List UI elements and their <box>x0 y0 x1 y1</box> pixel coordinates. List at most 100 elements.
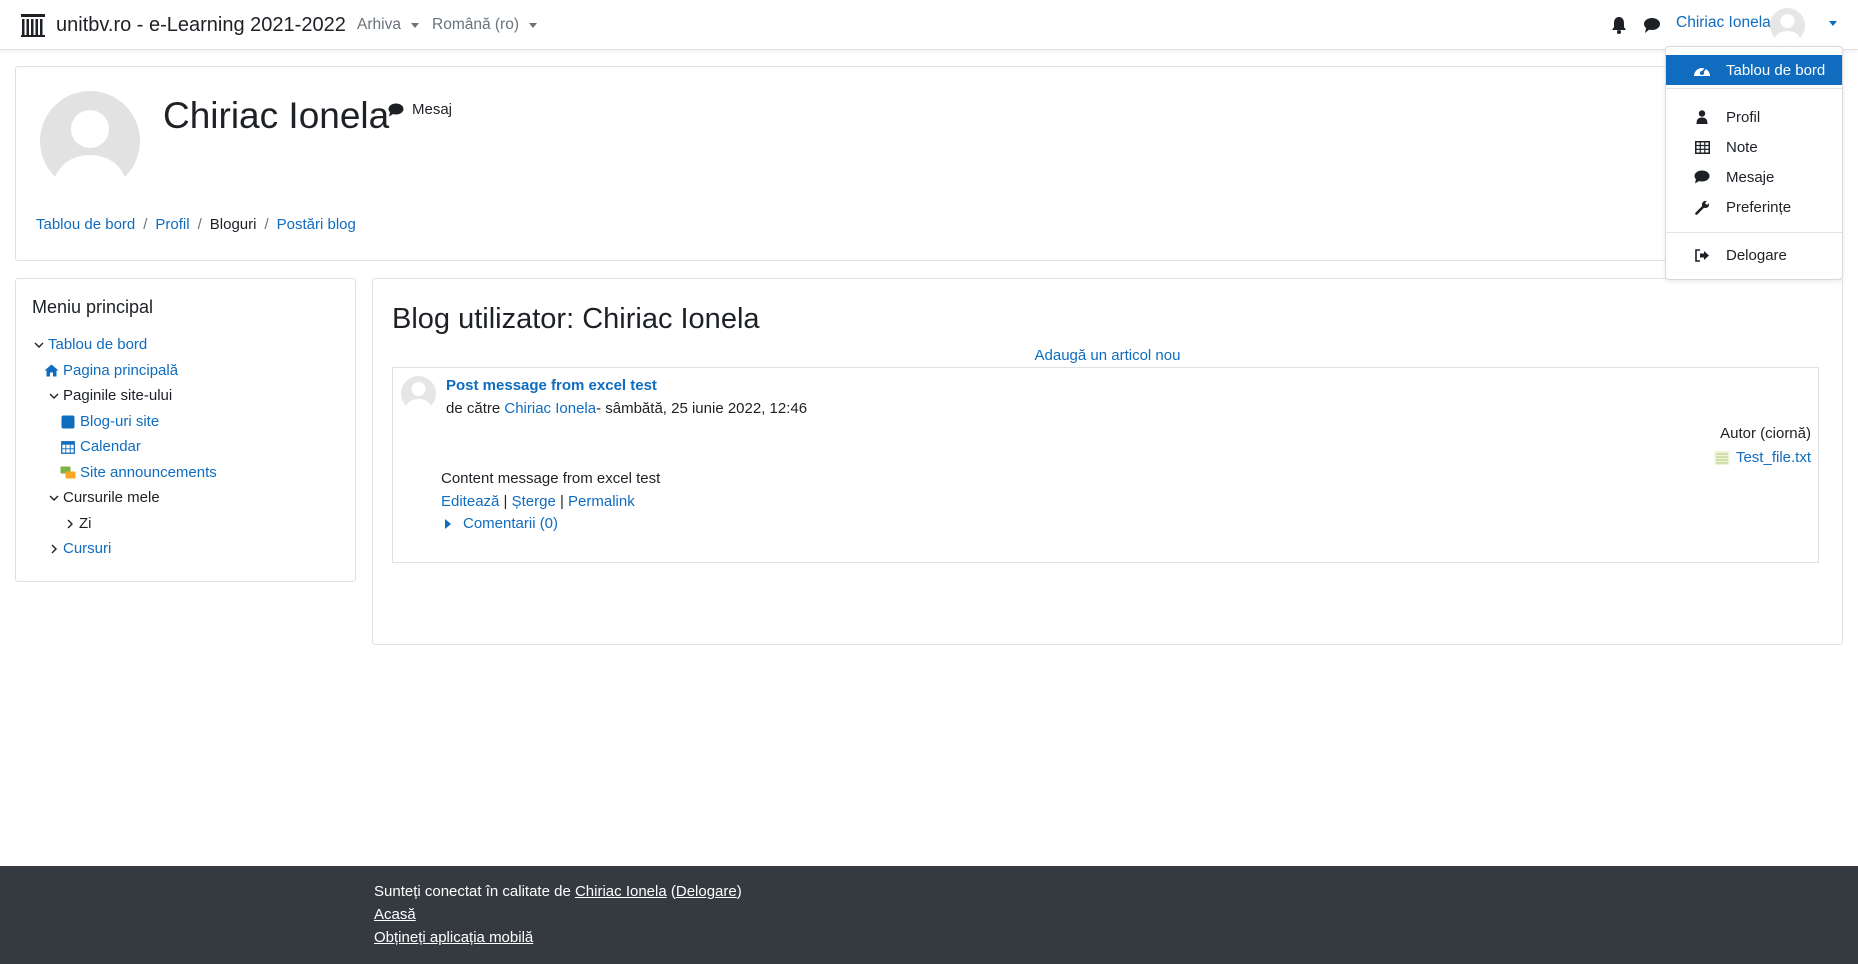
avatar[interactable] <box>1770 8 1805 43</box>
paren-close: ) <box>736 883 742 900</box>
menu-item-label: Note <box>1726 138 1758 156</box>
archive-menu[interactable]: Arhiva <box>357 16 419 34</box>
menu-item-preferences[interactable]: Preferințe <box>1666 192 1842 222</box>
post-publish-state: Autor (ciornă) <box>1720 425 1811 442</box>
avatar[interactable] <box>401 376 436 411</box>
breadcrumb-separator: / <box>197 216 202 233</box>
menu-item-grades[interactable]: Note <box>1666 132 1842 162</box>
post-attachment[interactable]: Test_file.txt <box>1714 449 1811 466</box>
chevron-right-icon <box>63 519 77 529</box>
breadcrumb-dashboard[interactable]: Tablou de bord <box>36 216 135 233</box>
menu-item-label: Preferințe <box>1726 198 1792 216</box>
tree-item-zi[interactable]: Zi <box>63 515 92 532</box>
profile-avatar[interactable] <box>40 91 140 191</box>
tree-item-home[interactable]: Pagina principală <box>43 362 178 379</box>
chat-icon <box>388 103 404 116</box>
main-menu-block: Meniu principal Tablou de bord Pagina pr… <box>15 278 356 582</box>
tree-item-site-blogs[interactable]: Blog-uri site <box>60 413 159 430</box>
breadcrumb-profile[interactable]: Profil <box>155 216 189 233</box>
site-brand[interactable]: unitbv.ro - e-Learning 2021-2022 <box>20 12 346 38</box>
add-entry-row: Adaugă un articol nou <box>373 347 1842 364</box>
blog-title: Blog utilizator: Chiriac Ionela <box>392 303 760 335</box>
chevron-right-icon <box>47 544 61 554</box>
tree-item-label: Cursurile mele <box>63 489 160 506</box>
wrench-icon <box>1692 200 1712 215</box>
post-content: Content message from excel test <box>441 470 661 487</box>
menu-item-logout[interactable]: Delogare <box>1666 240 1842 270</box>
blog-icon <box>60 414 76 430</box>
footer-user-link[interactable]: Chiriac Ionela <box>575 883 667 900</box>
top-navbar: unitbv.ro - e-Learning 2021-2022 Arhiva … <box>0 0 1858 50</box>
bell-icon[interactable] <box>1611 16 1627 34</box>
footer-mobile-app-link[interactable]: Obțineți aplicația mobilă <box>374 929 533 946</box>
message-label: Mesaj <box>412 101 453 118</box>
comments-toggle[interactable]: Comentarii (0) <box>445 515 558 532</box>
chevron-down-icon <box>47 392 61 400</box>
menu-item-label: Tablou de bord <box>1726 61 1826 79</box>
post-author-link[interactable]: Chiriac Ionela <box>504 400 596 417</box>
breadcrumb: Tablou de bord / Profil / Bloguri / Post… <box>36 216 356 233</box>
main-content: Blog utilizator: Chiriac Ionela Adaugă u… <box>372 278 1843 645</box>
menu-item-label: Profil <box>1726 108 1761 126</box>
menu-item-messages[interactable]: Mesaje <box>1666 162 1842 192</box>
page-header: Chiriac Ionela Mesaj Tablou de bord / Pr… <box>15 66 1843 261</box>
post-byline: de către Chiriac Ionela- sâmbătă, 25 iun… <box>446 400 807 417</box>
tree-item-label[interactable]: Cursuri <box>63 540 111 557</box>
tree-item-label[interactable]: Site announcements <box>80 464 217 481</box>
user-menu-name[interactable]: Chiriac Ionela <box>1676 14 1771 32</box>
user-icon <box>1692 110 1712 124</box>
default-avatar-icon <box>1774 14 1801 43</box>
action-separator: | <box>499 493 512 510</box>
login-info: Sunteți conectat în calitate de Chiriac … <box>374 883 742 900</box>
footer-logout-link[interactable]: Delogare <box>676 883 737 900</box>
edit-link[interactable]: Editează <box>441 493 499 510</box>
menu-item-dashboard[interactable]: Tablou de bord <box>1666 55 1842 85</box>
logout-icon <box>1692 248 1712 262</box>
footer-mobile-row: Obțineți aplicația mobilă <box>374 929 533 946</box>
delete-link[interactable]: Șterge <box>512 493 556 510</box>
tree-item-site-announcements[interactable]: Site announcements <box>60 464 217 481</box>
chevron-down-icon <box>32 341 46 349</box>
dashboard-icon <box>1692 63 1712 77</box>
menu-item-profile[interactable]: Profil <box>1666 102 1842 132</box>
menu-item-label: Delogare <box>1726 246 1787 264</box>
add-entry-link[interactable]: Adaugă un articol nou <box>1035 347 1181 364</box>
permalink-link[interactable]: Permalink <box>568 493 635 510</box>
page-title: Chiriac Ionela <box>163 95 390 136</box>
breadcrumb-blog-posts[interactable]: Postări blog <box>277 216 356 233</box>
text-file-icon <box>1714 450 1730 465</box>
default-avatar-icon <box>54 110 126 191</box>
tree-item-calendar[interactable]: Calendar <box>60 438 141 455</box>
tree-item-label[interactable]: Calendar <box>80 438 141 455</box>
chat-icon <box>1692 170 1712 184</box>
tree-item-label: Paginile site-ului <box>63 387 173 404</box>
comments-link[interactable]: Comentarii (0) <box>463 515 558 532</box>
attachment-link[interactable]: Test_file.txt <box>1736 449 1811 466</box>
tree-item-courses[interactable]: Cursuri <box>47 540 111 557</box>
footer-home-link[interactable]: Acasă <box>374 906 416 923</box>
page-footer: Sunteți conectat în calitate de Chiriac … <box>0 866 1858 964</box>
menu-item-label: Mesaje <box>1726 168 1775 186</box>
action-separator: | <box>555 493 569 510</box>
breadcrumb-separator: / <box>264 216 269 233</box>
post-title-link[interactable]: Post message from excel test <box>446 377 657 394</box>
breadcrumb-separator: / <box>143 216 148 233</box>
message-button[interactable]: Mesaj <box>388 101 452 118</box>
tree-item-my-courses[interactable]: Cursurile mele <box>47 489 160 506</box>
archive-menu-label: Arhiva <box>357 16 401 33</box>
main-menu-title: Meniu principal <box>32 297 154 317</box>
tree-item-site-pages[interactable]: Paginile site-ului <box>47 387 172 404</box>
site-name: unitbv.ro - e-Learning 2021-2022 <box>56 13 346 36</box>
chat-icon[interactable] <box>1643 16 1661 34</box>
user-menu-toggle-icon[interactable] <box>1829 21 1837 26</box>
language-menu[interactable]: Română (ro) <box>432 16 537 34</box>
tree-item-dashboard[interactable]: Tablou de bord <box>32 336 147 353</box>
tree-item-label[interactable]: Pagina principală <box>63 362 178 379</box>
tree-item-label[interactable]: Tablou de bord <box>48 336 147 353</box>
forum-icon <box>60 465 76 481</box>
tree-item-label[interactable]: Blog-uri site <box>80 413 159 430</box>
language-menu-label: Română (ro) <box>432 16 519 33</box>
post-date: - sâmbătă, 25 iunie 2022, 12:46 <box>596 400 808 417</box>
chevron-down-icon <box>410 22 419 28</box>
post-by-prefix: de către <box>446 400 505 417</box>
